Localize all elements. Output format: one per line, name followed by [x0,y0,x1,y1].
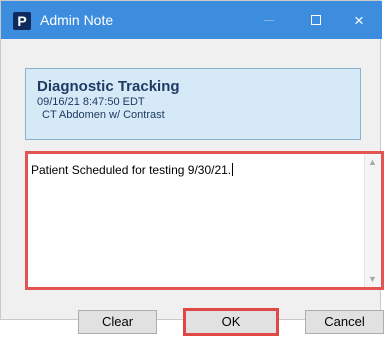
panel-title: Diagnostic Tracking [37,78,180,95]
scroll-up-arrow-icon[interactable]: ▲ [368,157,377,167]
app-logo-icon: P [13,12,31,30]
note-scrollbar[interactable]: ▲ ▼ [364,154,381,287]
close-button[interactable]: × [336,1,382,39]
note-textarea[interactable]: Patient Scheduled for testing 9/30/21. ▲… [25,151,384,290]
close-icon: × [354,10,364,30]
note-text-value: Patient Scheduled for testing 9/30/21. [31,163,232,177]
minimize-icon [264,19,274,21]
diagnostic-info-panel: Diagnostic Tracking 09/16/21 8:47:50 EDT… [25,68,361,140]
scroll-down-arrow-icon[interactable]: ▼ [368,274,377,284]
minimize-button[interactable] [246,1,292,39]
window-title: Admin Note [40,12,114,28]
title-bar[interactable]: P Admin Note × [1,1,382,39]
ok-button[interactable]: OK [183,308,279,336]
clear-button[interactable]: Clear [78,310,157,334]
panel-datetime: 09/16/21 8:47:50 EDT [37,96,145,108]
maximize-button[interactable] [293,1,339,39]
panel-exam: CT Abdomen w/ Contrast [42,109,165,121]
cancel-button[interactable]: Cancel [305,310,384,334]
admin-note-dialog: P Admin Note × Diagnostic Tracking 09/16… [0,0,384,336]
note-text-content: Patient Scheduled for testing 9/30/21. [31,163,234,177]
maximize-icon [311,15,321,25]
text-caret [232,163,234,176]
